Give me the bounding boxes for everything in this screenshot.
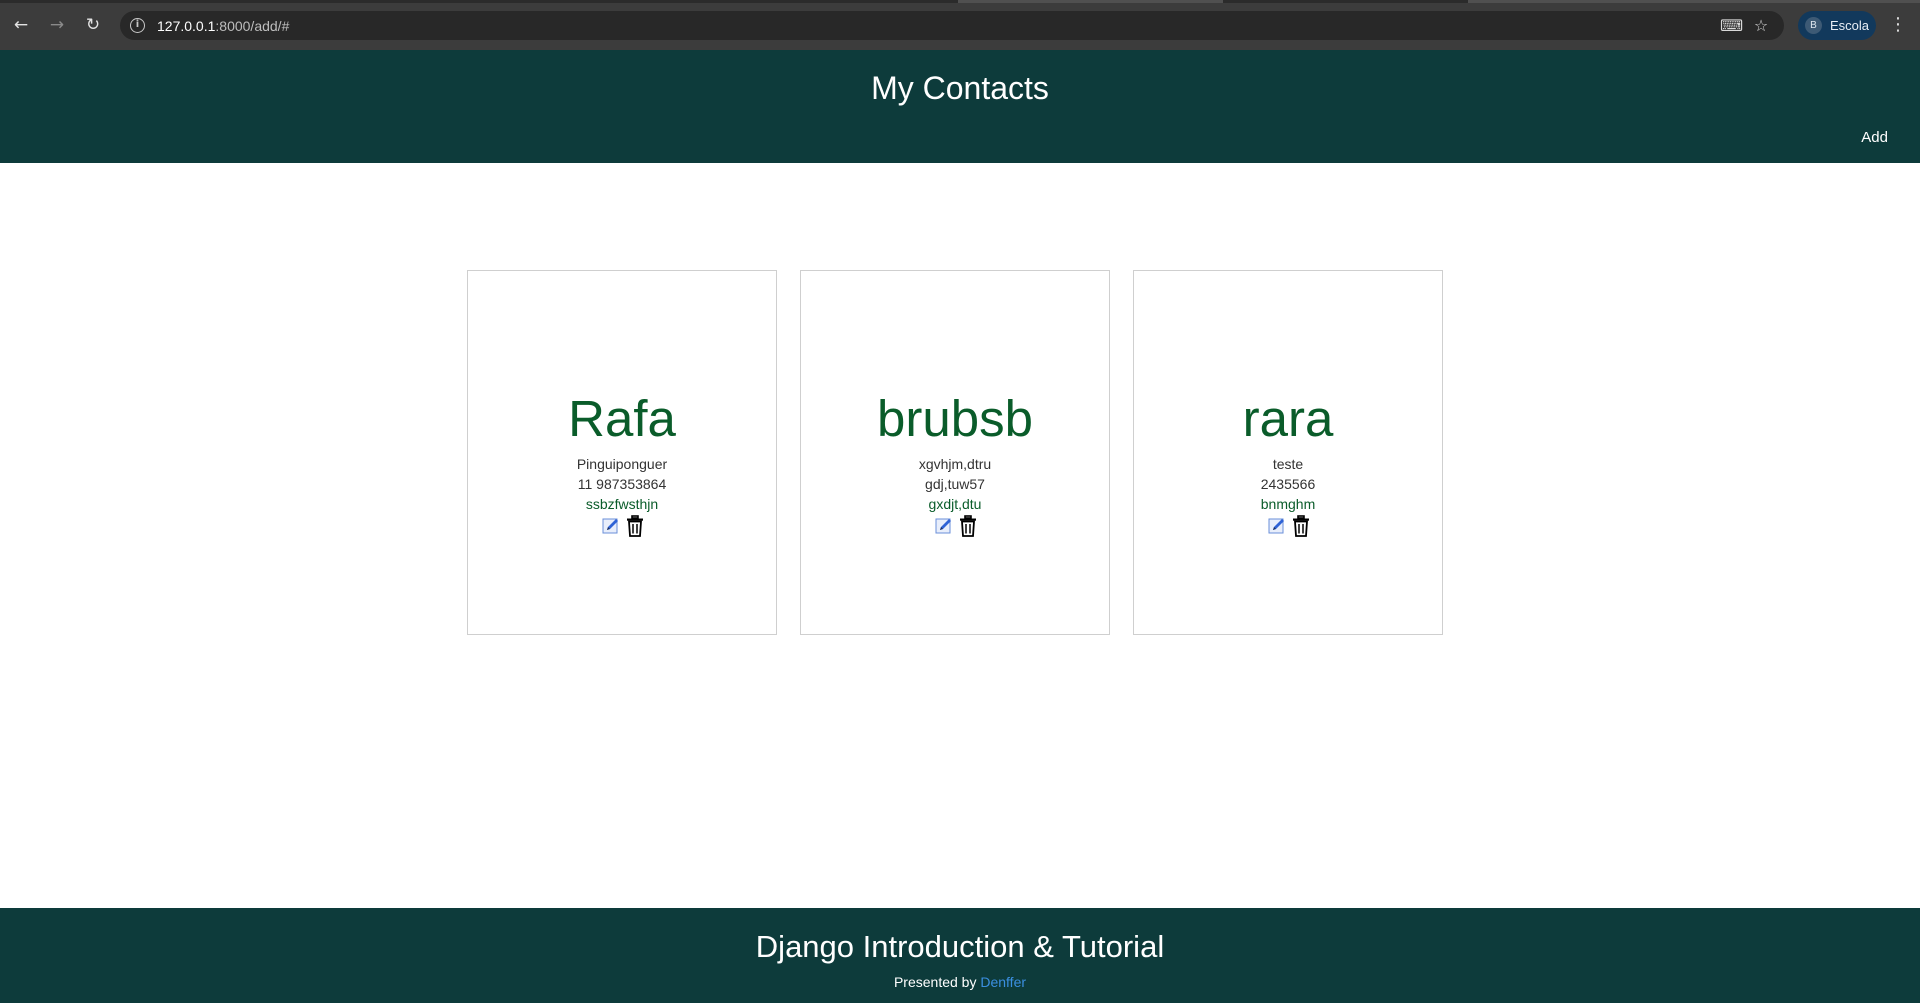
bookmark-star-icon[interactable]: ☆ [1752, 17, 1770, 35]
presented-by-label: Presented by [893, 974, 977, 990]
url-text[interactable]: 127.0.0.1:8000/add/# [157, 18, 289, 34]
contact-card: Rafa Pinguiponguer 11 987353864 ssbzfwst… [467, 270, 777, 635]
tab-inactive[interactable] [958, 0, 1223, 3]
contacts-grid: Rafa Pinguiponguer 11 987353864 ssbzfwst… [467, 270, 1444, 635]
contact-detail: xgvhjm,dtru [918, 456, 992, 472]
delete-trash-icon[interactable] [1292, 515, 1310, 537]
contact-name: rara [1242, 390, 1334, 447]
kebab-menu-icon[interactable]: ⋮ [1889, 13, 1907, 37]
contact-phone: gdj,tuw57 [925, 476, 985, 492]
add-contact-link[interactable]: Add [1861, 129, 1888, 146]
delete-trash-icon[interactable] [626, 515, 644, 537]
edit-pencil-icon[interactable] [602, 517, 620, 535]
translate-icon[interactable]: ⌨ [1720, 17, 1743, 35]
contact-card: brubsb xgvhjm,dtru gdj,tuw57 gxdjt,dtu [800, 270, 1110, 635]
url-path: :8000/add/# [215, 18, 290, 34]
site-footer: Django Introduction & Tutorial Presented… [0, 908, 1920, 1003]
contact-name: Rafa [568, 390, 676, 447]
contact-phone: 2435566 [1260, 476, 1316, 492]
contact-detail: teste [1272, 456, 1304, 472]
forward-arrow-icon[interactable]: → [45, 13, 69, 37]
contact-card: rara teste 2435566 bnmghm [1133, 270, 1443, 635]
edit-pencil-icon[interactable] [1268, 517, 1286, 535]
avatar: B [1805, 17, 1822, 34]
contact-phone: 11 987353864 [577, 476, 667, 492]
edit-pencil-icon[interactable] [935, 517, 953, 535]
browser-toolbar: ← → ↻ i 127.0.0.1:8000/add/# ⌨ ☆ B Escol… [0, 0, 1920, 50]
footer-credit: Presented by Denffer [0, 974, 1920, 990]
reload-icon[interactable]: ↻ [81, 13, 105, 37]
contact-extra: bnmghm [1260, 496, 1316, 512]
card-actions [801, 515, 1109, 537]
contact-extra: gxdjt,dtu [928, 496, 982, 512]
contact-detail: Pinguiponguer [576, 456, 668, 472]
card-actions [468, 515, 776, 537]
site-header: My Contacts Add [0, 50, 1920, 163]
contact-name: brubsb [877, 390, 1033, 447]
contact-extra: ssbzfwsthjn [585, 496, 659, 512]
delete-trash-icon[interactable] [959, 515, 977, 537]
url-host: 127.0.0.1 [157, 18, 216, 34]
back-arrow-icon[interactable]: ← [9, 13, 33, 37]
tab-inactive[interactable] [1468, 0, 1920, 3]
profile-button[interactable]: B Escola [1798, 11, 1876, 40]
footer-title: Django Introduction & Tutorial [755, 929, 1165, 964]
site-info-icon[interactable]: i [130, 18, 145, 33]
author-link[interactable]: Denffer [980, 974, 1026, 990]
profile-name: Escola [1830, 18, 1870, 33]
card-actions [1134, 515, 1442, 537]
address-bar[interactable]: i 127.0.0.1:8000/add/# ⌨ ☆ [120, 11, 1784, 40]
page-title: My Contacts [871, 70, 1049, 106]
